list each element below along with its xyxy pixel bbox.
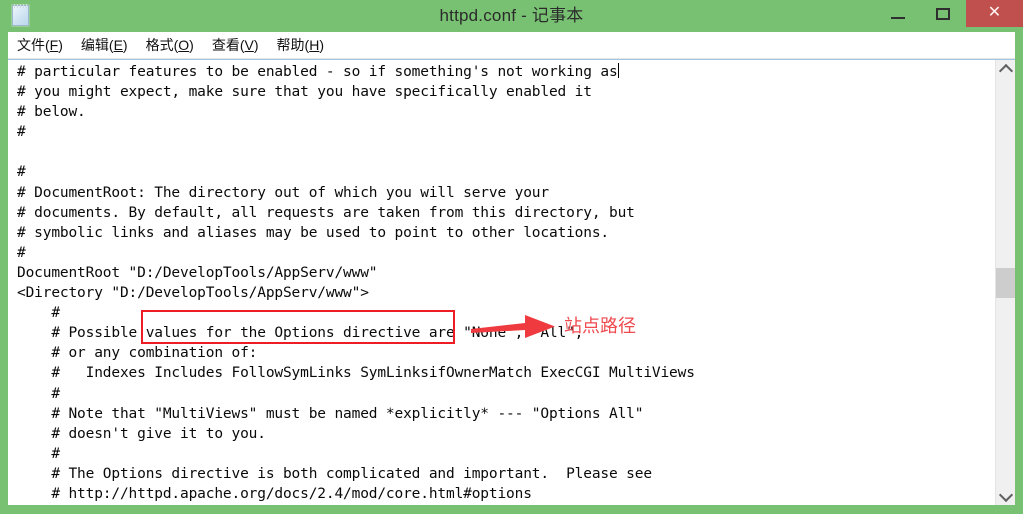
editor-content: # particular features to be enabled - so… (17, 63, 695, 502)
menu-bar: 文件(F) 编辑(E) 格式(O) 查看(V) 帮助(H) (8, 32, 1015, 59)
editor-region: # particular features to be enabled - so… (8, 59, 1015, 505)
scroll-down-button[interactable] (996, 486, 1015, 505)
maximize-button[interactable] (921, 0, 966, 28)
menu-item-edit[interactable]: 编辑(E) (81, 35, 128, 55)
text-editor[interactable]: # particular features to be enabled - so… (8, 60, 995, 505)
menu-item-edit-accel: E (113, 37, 123, 53)
text-cursor (617, 63, 619, 78)
scrollbar-thumb[interactable] (996, 268, 1015, 298)
menu-item-help-label: 帮助 (276, 37, 305, 53)
title-bar: httpd.conf - 记事本 ✕ (0, 0, 1023, 32)
menu-item-file-label: 文件 (17, 37, 45, 53)
minimize-icon (891, 17, 905, 19)
menu-item-format-label: 格式 (145, 37, 174, 53)
vertical-scrollbar[interactable] (995, 60, 1015, 505)
menu-item-edit-label: 编辑 (80, 37, 109, 53)
scroll-up-button[interactable] (996, 60, 1015, 79)
menu-item-view-accel: V (244, 37, 254, 53)
close-icon: ✕ (987, 4, 1002, 21)
menu-item-format-accel: O (178, 37, 190, 53)
window-controls: ✕ (876, 0, 1023, 28)
minimize-button[interactable] (876, 0, 921, 28)
menu-item-format[interactable]: 格式(O) (146, 35, 194, 55)
menu-item-help[interactable]: 帮助(H) (277, 35, 324, 55)
chevron-up-icon (998, 63, 1014, 79)
menu-item-view-label: 查看 (211, 37, 240, 53)
close-button[interactable]: ✕ (966, 0, 1023, 27)
maximize-icon (936, 8, 950, 20)
menu-item-view[interactable]: 查看(V) (212, 35, 259, 55)
window-title: httpd.conf - 记事本 (439, 6, 584, 25)
menu-item-help-accel: H (309, 37, 320, 53)
client-area: 文件(F) 编辑(E) 格式(O) 查看(V) 帮助(H) # particul… (8, 32, 1015, 505)
menu-item-file-accel: F (49, 37, 59, 53)
notepad-window: httpd.conf - 记事本 ✕ 文件(F) 编辑(E) 格式(O) 查看(… (0, 0, 1023, 514)
chevron-down-icon (998, 487, 1014, 503)
menu-item-file[interactable]: 文件(F) (17, 35, 63, 55)
